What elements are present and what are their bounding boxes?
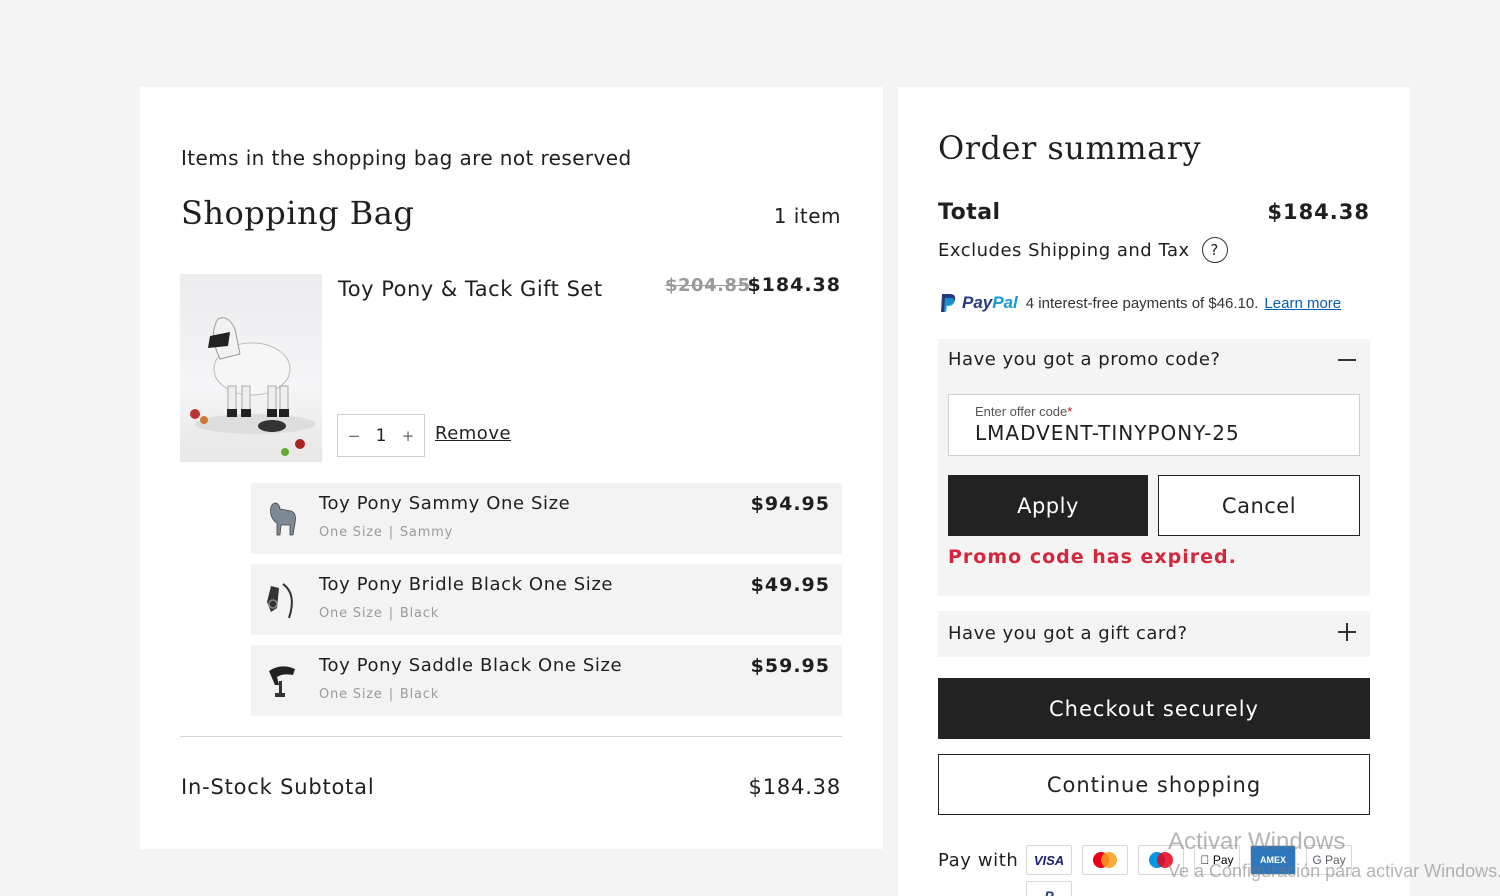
meta-separator: | xyxy=(388,525,394,540)
set-item-variant: Black xyxy=(399,606,440,621)
subtotal-divider xyxy=(180,736,842,737)
required-mark: * xyxy=(1067,404,1073,419)
sale-price: $184.38 xyxy=(747,274,841,296)
saddle-icon xyxy=(269,666,295,697)
visa-icon: VISA xyxy=(1026,845,1072,875)
windows-activation-watermark-text: Ve a Configuración para activar Windows. xyxy=(1168,861,1500,881)
bridle-icon xyxy=(267,583,293,619)
order-summary-title: Order summary xyxy=(938,129,1202,167)
expand-plus-icon[interactable] xyxy=(1338,623,1356,641)
set-item-price: $94.95 xyxy=(750,493,830,515)
toy-pony-image-icon xyxy=(190,317,315,456)
shopping-bag-panel: Items in the shopping bag are not reserv… xyxy=(140,87,883,849)
continue-shopping-button[interactable]: Continue shopping xyxy=(938,754,1370,815)
excludes-shipping-note: Excludes Shipping and Tax ? xyxy=(938,237,1228,263)
set-item-price: $49.95 xyxy=(750,574,830,596)
meta-separator: | xyxy=(388,687,394,702)
pony-icon xyxy=(270,502,296,536)
paypal-pay-in-4-message: PayPal 4 interest-free payments of $46.1… xyxy=(938,292,1341,314)
set-item-variant: Sammy xyxy=(399,525,454,540)
paypal-learn-more-link[interactable]: Learn more xyxy=(1264,295,1341,312)
help-icon[interactable]: ? xyxy=(1201,237,1228,263)
quantity-increase-button[interactable]: + xyxy=(401,427,415,445)
paypal-message: 4 interest-free payments of $46.10. xyxy=(1025,294,1259,312)
set-item-size: One Size xyxy=(319,606,383,621)
quantity-value: 1 xyxy=(375,425,387,446)
product-image[interactable] xyxy=(180,274,322,462)
offer-code-input[interactable] xyxy=(975,421,1345,445)
promo-error-message: Promo code has expired. xyxy=(948,546,1237,568)
meta-separator: | xyxy=(388,606,394,621)
set-item: Toy Pony Saddle Black One Size One Size |… xyxy=(251,645,842,716)
total-value: $184.38 xyxy=(1267,200,1370,224)
set-item-variant: Black xyxy=(399,687,440,702)
pay-with-label: Pay with xyxy=(938,850,1019,871)
quantity-decrease-button[interactable]: − xyxy=(347,427,361,445)
offer-code-label: Enter offer code* xyxy=(975,404,1072,419)
windows-activation-watermark-title: Activar Windows xyxy=(1168,828,1346,855)
checkout-securely-button[interactable]: Checkout securely xyxy=(938,678,1370,739)
mastercard-icon xyxy=(1082,845,1128,875)
apply-promo-button[interactable]: Apply xyxy=(948,475,1148,536)
set-item: Toy Pony Sammy One Size One Size | Sammy $… xyxy=(251,483,842,554)
set-item-size: One Size xyxy=(319,525,383,540)
set-item-name[interactable]: Toy Pony Bridle Black One Size xyxy=(319,574,613,595)
visa-label: VISA xyxy=(1033,852,1065,868)
gift-card-section[interactable]: Have you got a gift card? xyxy=(938,611,1370,657)
offer-code-field[interactable]: Enter offer code* xyxy=(948,394,1360,456)
excludes-shipping-text: Excludes Shipping and Tax xyxy=(938,239,1190,261)
set-item: Toy Pony Bridle Black One Size One Size |… xyxy=(251,564,842,635)
cancel-promo-button[interactable]: Cancel xyxy=(1158,475,1360,536)
set-item-name[interactable]: Toy Pony Sammy One Size xyxy=(319,493,570,514)
set-item-meta: One Size | Sammy xyxy=(319,525,453,540)
quantity-stepper: − 1 + xyxy=(337,414,425,457)
promo-code-heading[interactable]: Have you got a promo code? xyxy=(948,349,1220,370)
set-item-price: $59.95 xyxy=(750,655,830,677)
paypal-wordmark-pal: Pal xyxy=(992,293,1018,312)
offer-code-label-text: Enter offer code xyxy=(975,404,1068,419)
original-price: $204.85 xyxy=(665,275,751,296)
paypal-wordmark-pay: Pay xyxy=(962,293,993,312)
not-reserved-notice: Items in the shopping bag are not reserv… xyxy=(181,146,632,170)
set-item-meta: One Size | Black xyxy=(319,606,439,621)
subtotal-label: In-Stock Subtotal xyxy=(181,775,375,799)
gift-card-heading[interactable]: Have you got a gift card? xyxy=(948,623,1188,644)
subtotal-value: $184.38 xyxy=(748,775,841,799)
paypal-wordmark: PayPal xyxy=(962,293,1018,313)
order-summary-panel: Order summary Total $184.38 Excludes Shi… xyxy=(898,87,1410,896)
product-name[interactable]: Toy Pony & Tack Gift Set xyxy=(338,277,603,301)
remove-item-link[interactable]: Remove xyxy=(435,423,511,444)
set-item-size: One Size xyxy=(319,687,383,702)
total-label: Total xyxy=(938,200,1001,225)
mastercard-circles-icon xyxy=(1093,852,1117,868)
collapse-minus-icon[interactable] xyxy=(1338,359,1356,361)
promo-code-section: Have you got a promo code? Enter offer c… xyxy=(938,339,1370,596)
paypal-logo-icon xyxy=(941,294,956,312)
set-item-meta: One Size | Black xyxy=(319,687,439,702)
paypal-card-label: P xyxy=(1044,888,1054,896)
paypal-card-icon: P xyxy=(1026,881,1072,896)
set-item-name[interactable]: Toy Pony Saddle Black One Size xyxy=(319,655,622,676)
shopping-bag-title: Shopping Bag xyxy=(181,194,415,232)
bag-item-count: 1 item xyxy=(773,204,841,228)
